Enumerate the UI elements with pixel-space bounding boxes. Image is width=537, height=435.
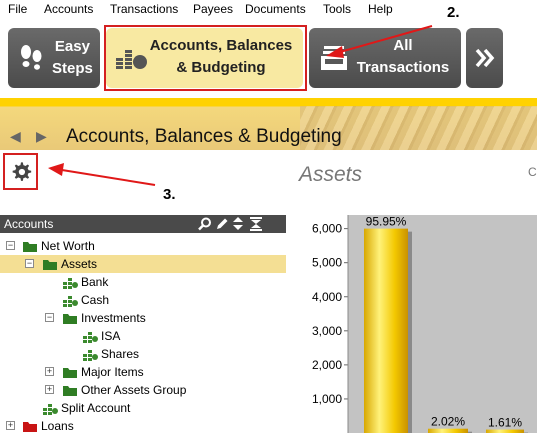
menu-documents[interactable]: Documents (245, 2, 306, 16)
tree-label: Major Items (81, 365, 144, 379)
account-icon (62, 275, 78, 289)
y-tick-label: 1,000 (312, 392, 342, 406)
annotation-label-2: 2. (447, 4, 460, 21)
tree-row[interactable]: Cash (0, 291, 286, 309)
page-title: Accounts, Balances & Budgeting (66, 126, 342, 148)
accounts-panel-title: Accounts (4, 217, 53, 231)
accounts-panel-header: Accounts (0, 215, 286, 233)
tree-row[interactable]: − Investments (0, 309, 286, 327)
expand-icon[interactable]: + (6, 421, 15, 430)
menu-transactions[interactable]: Transactions (110, 2, 178, 16)
folder-icon (62, 365, 78, 379)
tree-row[interactable]: + Other Assets Group (0, 381, 286, 399)
toolbar: Easy Steps Accounts, Balances & Budgetin… (0, 18, 537, 98)
forward-arrow-icon[interactable]: ▶ (36, 128, 47, 145)
tree-row[interactable]: Shares (0, 345, 286, 363)
expand-icon[interactable]: + (45, 367, 54, 376)
back-arrow-icon[interactable]: ◀ (10, 128, 21, 145)
tree-label: Investments (81, 311, 146, 325)
account-icon (82, 329, 98, 343)
folder-icon (42, 257, 58, 271)
menu-help[interactable]: Help (368, 2, 393, 16)
bar-data-label: 1.61% (488, 416, 522, 430)
tree-row[interactable]: ISA (0, 327, 286, 345)
tree-row[interactable]: − Net Worth (0, 237, 286, 255)
collapse-icon[interactable]: − (6, 241, 15, 250)
annotation-arrow-2 (0, 18, 537, 98)
bar-data-label: 95.95% (366, 215, 407, 229)
tree-label: Assets (61, 257, 97, 271)
folder-icon (22, 239, 38, 253)
bar (364, 229, 408, 433)
folder-icon (62, 383, 78, 397)
tree-label: Other Assets Group (81, 383, 186, 397)
menu-payees[interactable]: Payees (193, 2, 233, 16)
tree-label: Cash (81, 293, 109, 307)
collapse-icon[interactable]: − (25, 259, 34, 268)
search-icon[interactable] (198, 217, 212, 231)
tree-label: Shares (101, 347, 139, 361)
tree-label: Bank (81, 275, 108, 289)
menu-accounts[interactable]: Accounts (44, 2, 93, 16)
y-tick-label: 6,000 (312, 222, 342, 236)
y-tick-label: 2,000 (312, 358, 342, 372)
expand-icon[interactable]: + (45, 385, 54, 394)
tree-label: ISA (101, 329, 120, 343)
folder-icon (62, 311, 78, 325)
tree-label: Split Account (61, 401, 130, 415)
tree-label: Loans (41, 419, 74, 433)
bar (486, 430, 524, 433)
account-icon (82, 347, 98, 361)
folder-icon (22, 419, 38, 433)
account-icon (42, 401, 58, 415)
menu-tools[interactable]: Tools (323, 2, 351, 16)
y-tick-label: 3,000 (312, 324, 342, 338)
collapse-icon[interactable]: − (45, 313, 54, 322)
tree-row[interactable]: Bank (0, 273, 286, 291)
tree-row[interactable]: − Assets (0, 255, 286, 273)
sort-arrows-icon[interactable] (233, 217, 243, 231)
tree-row[interactable]: + Major Items (0, 363, 286, 381)
gear-icon[interactable] (10, 161, 32, 183)
account-icon (62, 293, 78, 307)
assets-bar-chart: 1,000 2,000 3,000 4,000 5,000 6,000 95.95% 2.02… (290, 215, 537, 433)
tree-row[interactable]: Split Account (0, 399, 286, 417)
bar (428, 429, 468, 433)
y-tick-label: 5,000 (312, 256, 342, 270)
bar-data-label: 2.02% (431, 415, 465, 429)
truncated-label: C (528, 165, 537, 179)
accounts-panel: Accounts −Net Worth−AssetsBankCash−Inves… (0, 215, 286, 433)
menu-file[interactable]: File (8, 2, 27, 16)
annotation-label-3: 3. (163, 186, 176, 203)
section-title: Assets (299, 163, 362, 187)
y-tick-label: 4,000 (312, 290, 342, 304)
tree-label: Net Worth (41, 239, 95, 253)
tree-row[interactable]: + Loans (0, 417, 286, 435)
annotation-arrow-3 (40, 160, 240, 200)
expand-collapse-icon[interactable] (250, 217, 262, 231)
pencil-icon[interactable] (215, 217, 229, 231)
